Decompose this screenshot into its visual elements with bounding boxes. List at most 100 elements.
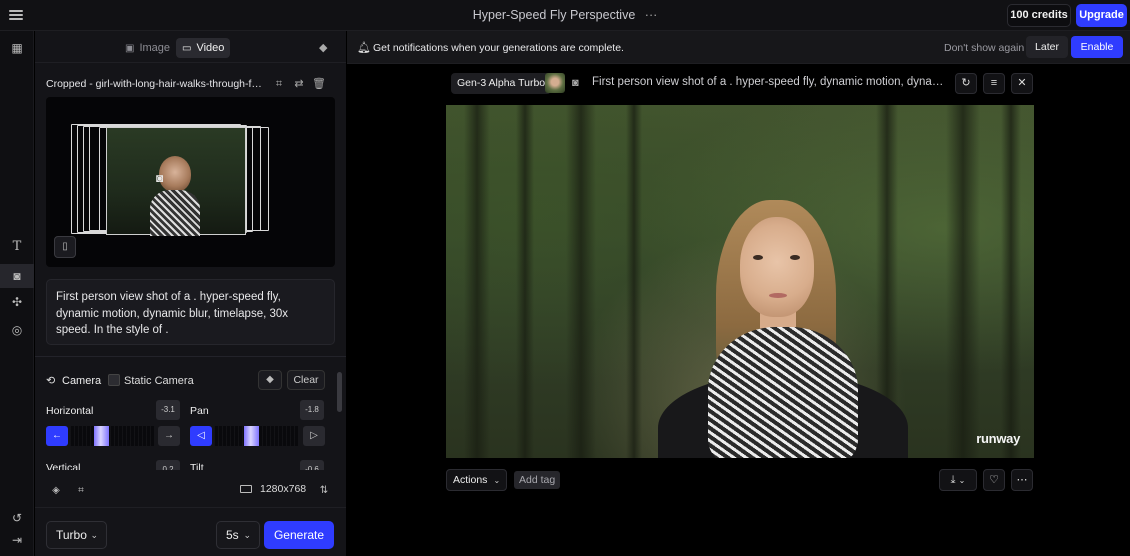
horizontal-slider-thumb[interactable] [94, 426, 109, 446]
clear-button[interactable]: Clear [287, 370, 325, 390]
close-icon[interactable]: ✕ [1011, 73, 1033, 94]
horizontal-right-button[interactable]: → [158, 426, 180, 446]
tilt-label: Tilt [190, 462, 204, 470]
subject-eye [790, 255, 800, 260]
chevron-down-icon: ⌄ [958, 476, 966, 485]
image-icon: ▣ [125, 43, 135, 54]
project-title[interactable]: Hyper-Speed Fly Perspective ··· [0, 8, 1130, 22]
tree-trunk [464, 105, 490, 458]
chevron-down-icon: ⌄ [243, 530, 251, 540]
text-tool-icon[interactable]: T [8, 238, 26, 256]
generation-panel: ▣ Image ▭ Video ◆ Cropped - girl-with-long… [35, 31, 346, 556]
top-bar: Hyper-Speed Fly Perspective ··· 100 cred… [0, 0, 1130, 31]
tab-video-label: Video [196, 42, 225, 54]
pan-value[interactable]: -1.8 [300, 400, 324, 420]
download-button[interactable]: ⤓ ⌄ [939, 469, 977, 491]
crop-icon[interactable]: ⌗ [271, 76, 287, 92]
video-player[interactable]: runway [446, 105, 1034, 458]
actions-dropdown[interactable]: Actions ⌄ [446, 469, 508, 491]
camera-tool-icon[interactable]: ◙ [8, 267, 26, 285]
history-icon[interactable]: ↺ [8, 509, 26, 527]
chevron-down-icon: ⌄ [493, 476, 501, 485]
mode-tabs: ▣ Image ▭ Video ◆ [35, 31, 346, 63]
horizontal-value[interactable]: -3.1 [156, 400, 180, 420]
aspect-icon [240, 485, 252, 494]
refresh-icon[interactable]: ↻ [955, 73, 977, 94]
vertical-label: Vertical [46, 462, 81, 470]
generation-prompt: First person view shot of a . hyper-spee… [592, 76, 947, 88]
panel-scrollbar[interactable] [337, 372, 342, 412]
more-options-icon[interactable]: ··· [645, 8, 658, 22]
chevron-down-icon: ⌄ [90, 530, 98, 540]
tilt-value[interactable]: -0.6 [300, 460, 324, 470]
enable-button[interactable]: Enable [1071, 36, 1123, 58]
source-thumbnail[interactable] [545, 73, 565, 93]
static-camera-label: Static Camera [124, 375, 194, 387]
horizontal-slider[interactable] [70, 426, 154, 446]
heart-icon[interactable]: ♡ [983, 469, 1005, 491]
horizontal-left-button[interactable]: ← [46, 426, 68, 446]
camera-icon: ◙ [156, 171, 164, 185]
trash-icon[interactable]: 🗑 [311, 76, 327, 92]
pan-slider[interactable] [214, 426, 298, 446]
duration-value: 5s [226, 528, 239, 542]
subject-scarf [708, 327, 858, 458]
subject-face [740, 217, 814, 317]
pan-slider-thumb[interactable] [244, 426, 259, 446]
academy-icon[interactable]: ◆ [319, 41, 327, 54]
prompt-input[interactable]: First person view shot of a . hyper-spee… [46, 279, 335, 345]
motion-brush-icon[interactable]: ✣ [8, 293, 26, 311]
layout-icon[interactable]: ▦ [8, 39, 26, 57]
asset-actions: ⌗ ⇄ 🗑 [271, 76, 331, 92]
later-button[interactable]: Later [1026, 36, 1068, 58]
actions-label: Actions [453, 474, 488, 486]
tool-rail: ▦ T ◙ ✣ ◎ ↺ ⇥ [0, 31, 34, 556]
model-dropdown[interactable]: Turbo ⌄ [46, 521, 107, 549]
swap-dimensions-icon[interactable]: ⇅ [314, 481, 334, 501]
pan-left-button[interactable]: ◁ [190, 426, 212, 446]
swap-icon[interactable]: ⇄ [291, 76, 307, 92]
video-icon: ▭ [182, 43, 192, 54]
collapse-icon[interactable]: ⇥ [8, 531, 26, 549]
credits-button[interactable]: 100 credits [1007, 4, 1071, 27]
panel-footer: Turbo ⌄ 5s ⌄ Generate [35, 507, 346, 556]
model-value: Turbo [56, 528, 87, 542]
notification-message: Get notifications when your generations … [373, 42, 624, 54]
project-title-text[interactable]: Hyper-Speed Fly Perspective [473, 8, 636, 22]
subject-mouth [769, 293, 787, 298]
more-icon[interactable]: ⋯ [1011, 469, 1033, 491]
frame-icon[interactable]: ⌗ [71, 481, 91, 501]
divider [35, 356, 346, 357]
pan-label: Pan [190, 405, 209, 417]
upgrade-button[interactable]: Upgrade [1076, 4, 1127, 27]
camera-preview: ◙ ▯ [46, 97, 335, 267]
layers-icon[interactable]: ◈ [46, 481, 66, 501]
generate-button[interactable]: Generate [264, 521, 334, 549]
globe-icon[interactable]: ◎ [8, 321, 26, 339]
watermark: runway [976, 431, 1020, 446]
camera-control-icon: ⟲ [46, 375, 56, 387]
video-footer: Actions ⌄ Add tag ⤓ ⌄ ♡ ⋯ [446, 469, 1034, 491]
subject-scarf [150, 190, 200, 236]
horizontal-label: Horizontal [46, 405, 94, 417]
tab-image[interactable]: ▣ Image [119, 38, 176, 58]
duration-dropdown[interactable]: 5s ⌄ [216, 521, 260, 549]
download-icon: ⤓ [950, 474, 956, 486]
tab-video[interactable]: ▭ Video [176, 38, 231, 58]
bell-icon: 🔔︎ [357, 42, 371, 54]
dont-show-again-link[interactable]: Don't show again [944, 42, 1024, 54]
static-camera-checkbox[interactable] [108, 374, 120, 386]
pan-right-button[interactable]: ▷ [303, 426, 325, 446]
tree-trunk [626, 105, 642, 458]
list-icon[interactable]: ≡ [983, 73, 1005, 94]
camera-label: Camera [62, 375, 102, 387]
tree-trunk [1001, 105, 1021, 458]
add-tag-button[interactable]: Add tag [514, 471, 561, 489]
vertical-value[interactable]: 0.2 [156, 460, 180, 470]
mouse-icon[interactable]: ▯ [54, 236, 76, 258]
tree-trunk [946, 105, 980, 458]
camera-help-button[interactable]: ◆ [258, 370, 282, 390]
generation-header: Gen-3 Alpha Turbo ◙ First person view sh… [451, 73, 1034, 95]
resolution-selector[interactable]: 1280x768 [240, 483, 306, 495]
tree-trunk [566, 105, 596, 458]
